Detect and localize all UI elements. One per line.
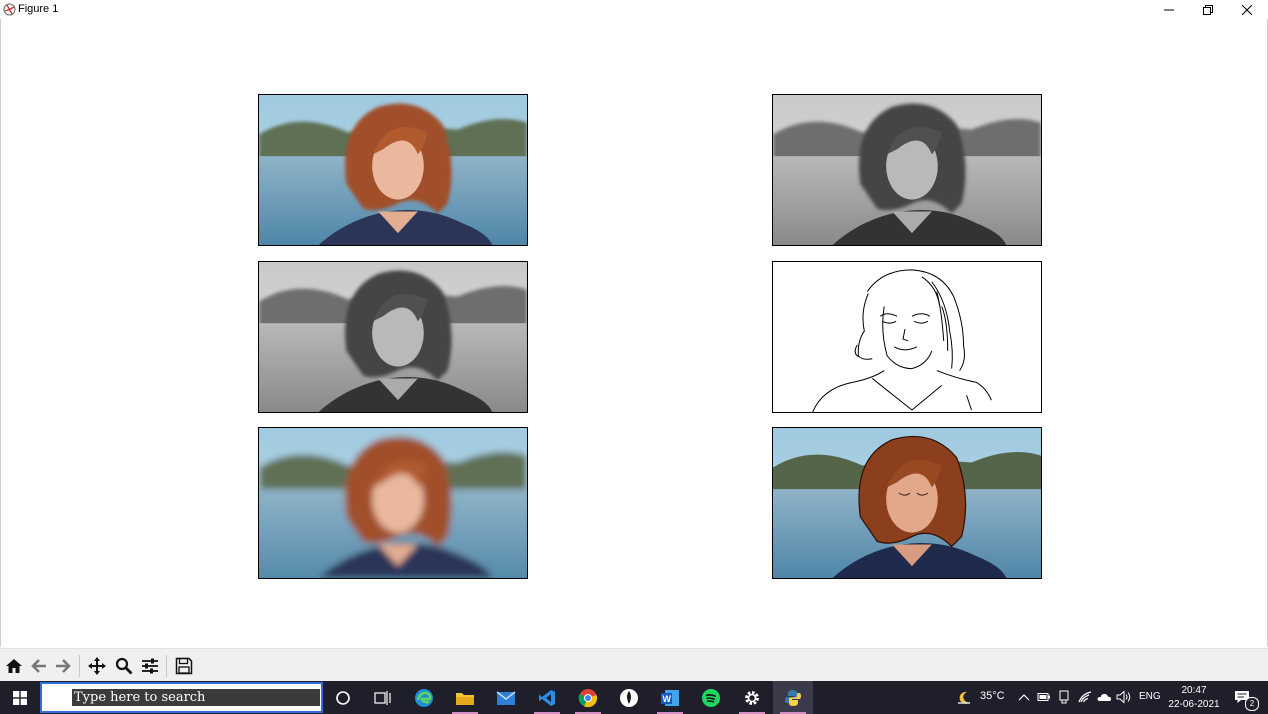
taskbar-clock[interactable]: 20:47 22-06-2021 [1162, 684, 1226, 712]
windows-logo-icon [13, 690, 27, 705]
taskbar-python-figure[interactable] [773, 681, 813, 714]
window-titlebar[interactable]: Figure 1 [0, 0, 1268, 19]
python-icon [785, 689, 801, 706]
subplot-grayscale-2[interactable] [258, 261, 528, 413]
taskbar-chrome[interactable] [568, 681, 608, 714]
figure-canvas[interactable] [1, 19, 1267, 647]
weather-temperature[interactable]: 35°C [980, 690, 1005, 702]
portrait-grayscale-image [773, 95, 1041, 245]
restore-icon [1203, 4, 1213, 15]
home-icon [6, 659, 22, 673]
chevron-up-icon[interactable] [1018, 691, 1030, 703]
taskbar-settings[interactable] [732, 681, 772, 714]
close-button[interactable] [1228, 0, 1266, 19]
portrait-grayscale-image-2 [259, 262, 527, 412]
toolbar-separator-2 [166, 655, 167, 677]
toolbar-separator [79, 655, 80, 677]
save-button[interactable] [173, 655, 195, 677]
configure-subplots-button[interactable] [139, 655, 161, 677]
wifi-icon[interactable] [1077, 690, 1093, 704]
mail-icon [496, 690, 516, 705]
forward-button[interactable] [52, 655, 74, 677]
back-arrow-icon [31, 659, 46, 673]
restore-button[interactable] [1189, 0, 1227, 19]
cortana-button[interactable] [323, 681, 363, 714]
portrait-color-image [259, 95, 527, 245]
clock-date: 22-06-2021 [1168, 699, 1220, 710]
taskbar-word[interactable]: W [650, 681, 690, 714]
pan-button[interactable] [86, 655, 108, 677]
windows-taskbar: Type here to search W 35°C ENG 20:47 22-… [0, 681, 1268, 714]
subplot-edges[interactable] [772, 261, 1042, 413]
home-button[interactable] [3, 655, 25, 677]
search-input[interactable]: Type here to search [72, 689, 320, 706]
portrait-smoothed-image [259, 428, 527, 578]
zoom-icon [115, 657, 133, 675]
vscode-icon [539, 689, 555, 706]
battery-icon[interactable] [1037, 691, 1051, 703]
task-view-button[interactable] [363, 681, 403, 714]
subplot-sharpened[interactable] [772, 427, 1042, 579]
close-icon [1242, 4, 1252, 15]
taskbar-vscode[interactable] [527, 681, 567, 714]
cortana-circle-icon [336, 690, 350, 705]
word-icon: W [661, 689, 679, 706]
chrome-browser-icon [578, 688, 598, 707]
subplot-grayscale[interactable] [772, 94, 1042, 246]
taskbar-edge[interactable] [404, 681, 444, 714]
taskbar-file-explorer[interactable] [445, 681, 485, 714]
start-button[interactable] [0, 681, 40, 714]
taskbar-spotify[interactable] [691, 681, 731, 714]
weather-moon-icon [958, 691, 970, 704]
configure-subplots-icon [142, 658, 158, 674]
matplotlib-toolbar [0, 648, 1268, 682]
minimize-button[interactable] [1150, 0, 1188, 19]
action-center-button[interactable]: 2 [1228, 681, 1268, 714]
back-button[interactable] [28, 655, 50, 677]
svg-text:W: W [663, 694, 672, 704]
taskbar-mongodb-compass[interactable] [609, 681, 649, 714]
window-title: Figure 1 [18, 3, 59, 15]
zoom-button[interactable] [113, 655, 135, 677]
pan-icon [88, 657, 106, 675]
portrait-edge-sketch [773, 262, 1041, 412]
folder-icon [456, 692, 474, 705]
subplot-smoothed[interactable] [258, 427, 528, 579]
task-view-icon [374, 690, 391, 705]
taskbar-mail[interactable] [486, 681, 526, 714]
clock-time: 20:47 [1181, 685, 1207, 696]
notification-badge: 2 [1245, 697, 1259, 711]
subplot-original-color[interactable] [258, 94, 528, 246]
spotify-icon [702, 688, 720, 707]
edge-browser-icon [415, 688, 433, 707]
portrait-sharpened-image [773, 428, 1041, 578]
save-icon [175, 657, 193, 675]
gear-icon [745, 690, 759, 705]
input-language[interactable]: ENG [1139, 691, 1161, 702]
taskbar-search-box[interactable]: Type here to search [40, 682, 323, 713]
leaf-app-icon [620, 688, 638, 707]
device-icon[interactable] [1057, 690, 1071, 704]
volume-icon[interactable] [1116, 690, 1132, 704]
matplotlib-icon [3, 3, 16, 16]
minimize-icon [1164, 9, 1174, 10]
onedrive-cloud-icon[interactable] [1096, 691, 1112, 703]
forward-arrow-icon [56, 659, 71, 673]
